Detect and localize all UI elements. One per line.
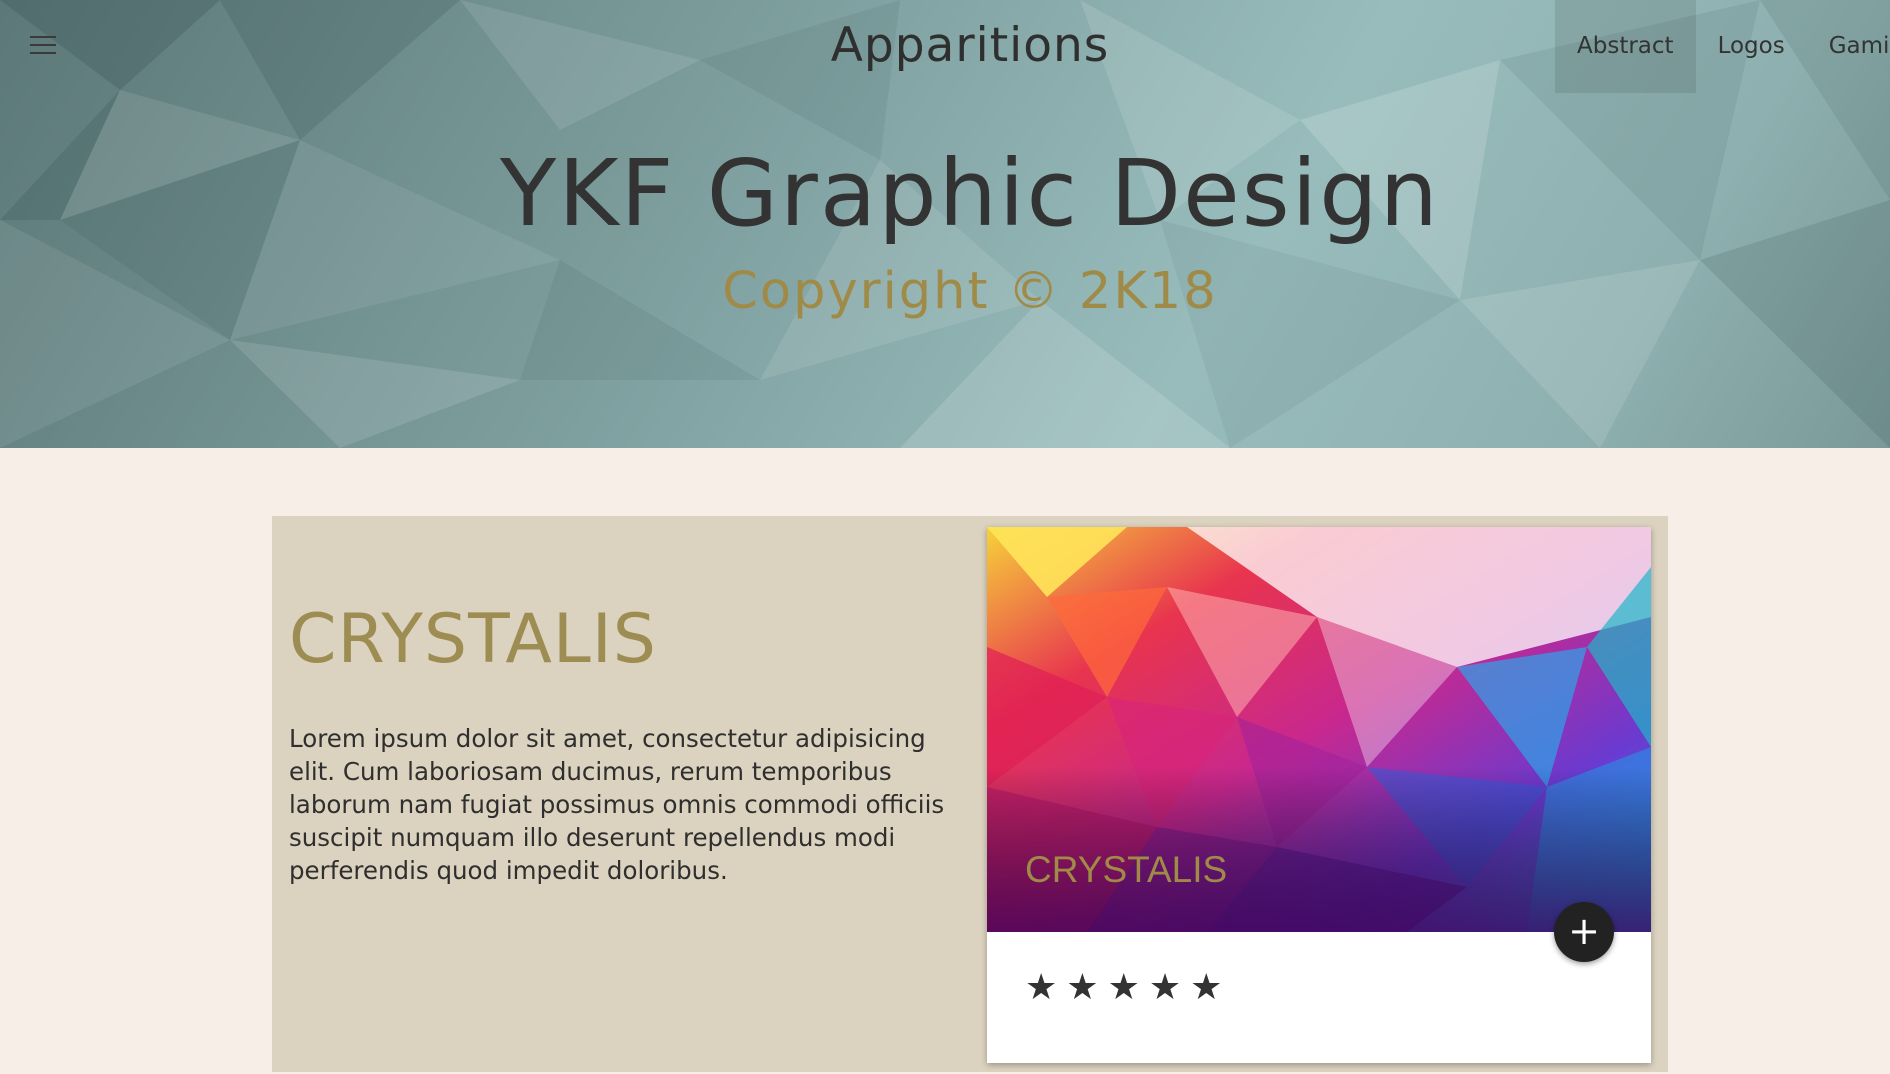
star-icon[interactable]: ★: [1190, 967, 1222, 1008]
star-icon[interactable]: ★: [1025, 967, 1057, 1008]
star-rating: ★ ★ ★ ★ ★: [1025, 967, 1231, 1008]
top-nav: Abstract Logos Gami: [1555, 0, 1890, 93]
star-icon[interactable]: ★: [1066, 967, 1098, 1008]
section-title: CRYSTALIS: [289, 600, 657, 679]
nav-item-gaming[interactable]: Gami: [1807, 0, 1890, 93]
section-body: Lorem ipsum dolor sit amet, consectetur …: [289, 724, 945, 885]
add-plus-button[interactable]: +: [1554, 902, 1614, 962]
star-icon[interactable]: ★: [1149, 967, 1181, 1008]
crystalis-section: CRYSTALIS Lorem ipsum dolor sit amet, co…: [272, 516, 1668, 1072]
star-icon[interactable]: ★: [1108, 967, 1140, 1008]
nav-item-logos[interactable]: Logos: [1696, 0, 1807, 93]
nav-item-abstract[interactable]: Abstract: [1555, 0, 1696, 93]
hero-subtitle: Copyright © 2K18: [722, 262, 1218, 321]
card-caption: CRYSTALIS: [1025, 849, 1228, 890]
project-card[interactable]: CRYSTALIS + ★ ★ ★ ★ ★: [987, 527, 1651, 1063]
hero-banner: Apparitions Abstract Logos Gami YKF Grap…: [0, 0, 1890, 448]
plus-icon: +: [1568, 909, 1600, 953]
hero-title: YKF Graphic Design: [500, 140, 1440, 247]
card-image[interactable]: CRYSTALIS: [987, 527, 1651, 932]
